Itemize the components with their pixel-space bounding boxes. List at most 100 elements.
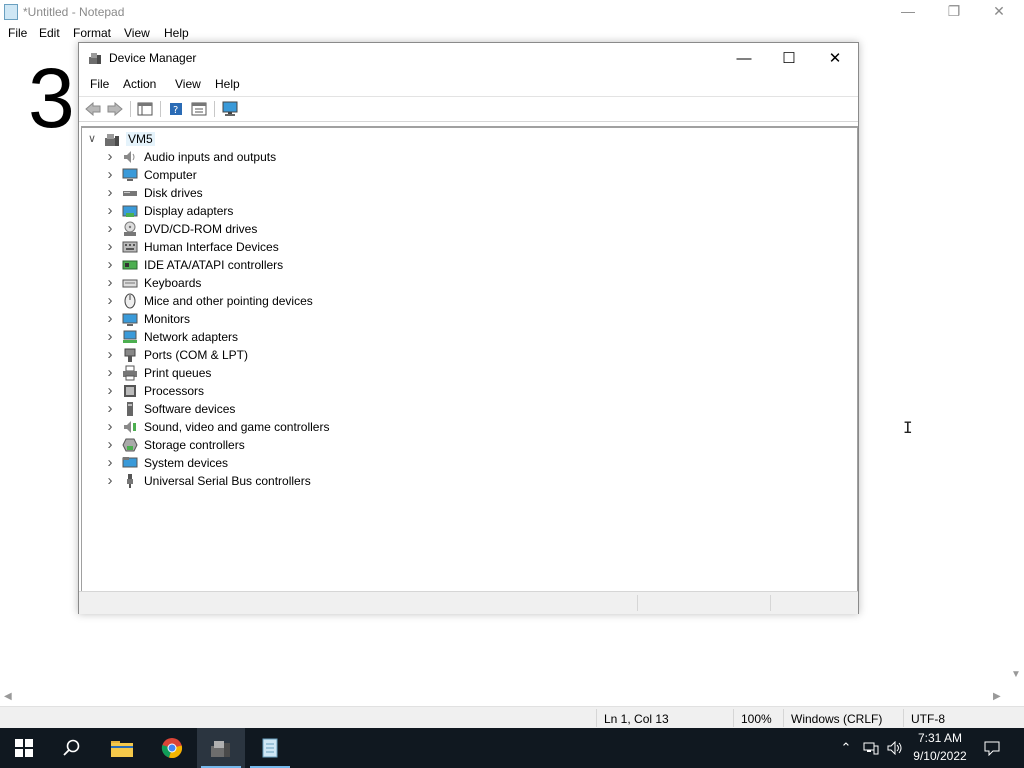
device-manager-titlebar[interactable]: Device Manager — ☐ ✕ — [79, 43, 858, 74]
tree-category-label: Human Interface Devices — [144, 240, 279, 254]
device-tree[interactable]: ∨ VM5 › Audio inputs and outputs › Computer… — [81, 126, 858, 592]
status-cursor-position: Ln 1, Col 13 — [604, 712, 669, 726]
back-icon[interactable] — [84, 100, 102, 118]
properties-icon[interactable] — [190, 100, 208, 118]
search-icon[interactable] — [48, 728, 96, 768]
notepad-menu-help[interactable]: Help — [164, 26, 189, 40]
dm-minimize-button[interactable]: — — [721, 43, 767, 74]
tree-category-label: Disk drives — [144, 186, 203, 200]
chevron-right-icon[interactable]: › — [104, 401, 116, 416]
chevron-right-icon[interactable]: › — [104, 293, 116, 308]
chevron-right-icon[interactable]: › — [104, 185, 116, 200]
notepad-horizontal-scrollbar[interactable]: ◀ ▶ — [0, 689, 1007, 706]
notepad-minimize-button[interactable]: — — [885, 0, 931, 23]
system-device-icon — [122, 457, 138, 468]
speaker-icon — [124, 151, 135, 163]
clock-time[interactable]: 7:31 AM — [912, 731, 968, 745]
svg-text:?: ? — [173, 105, 178, 116]
forward-icon[interactable] — [106, 100, 124, 118]
chevron-right-icon[interactable]: › — [104, 365, 116, 380]
show-hide-console-tree-icon[interactable] — [136, 100, 154, 118]
chevron-right-icon[interactable]: › — [104, 167, 116, 182]
status-separator — [770, 595, 771, 611]
taskbar: ⌃ 7:31 AM 9/10/2022 — [0, 728, 1024, 768]
notepad-vertical-scrollbar[interactable]: ▼ — [1007, 42, 1024, 689]
chrome-icon[interactable] — [148, 728, 196, 768]
scroll-left-icon[interactable]: ◀ — [4, 691, 12, 702]
dm-menu-view[interactable]: View — [175, 77, 201, 91]
hid-icon — [122, 241, 138, 253]
usb-icon — [127, 474, 133, 488]
tree-category-label: Software devices — [144, 402, 236, 416]
device-manager-window: Device Manager — ☐ ✕ File Action View He… — [78, 42, 859, 614]
notepad-text-area[interactable]: 3 — [28, 48, 75, 148]
device-manager-icon[interactable] — [197, 728, 245, 768]
chevron-right-icon[interactable]: › — [104, 329, 116, 344]
monitor-icon[interactable] — [221, 100, 239, 118]
start-icon[interactable] — [0, 728, 48, 768]
chevron-right-icon[interactable]: › — [104, 455, 116, 470]
tree-category-label: Computer — [144, 168, 197, 182]
tree-category-label: IDE ATA/ATAPI controllers — [144, 258, 284, 272]
tree-category-label: Print queues — [144, 366, 212, 380]
notepad-menu-view[interactable]: View — [124, 26, 150, 40]
chevron-right-icon[interactable]: › — [104, 257, 116, 272]
chevron-up-icon[interactable]: ⌃ — [836, 728, 856, 768]
notification-icon[interactable] — [980, 728, 1004, 768]
storage-controller-icon — [122, 438, 138, 452]
chevron-right-icon[interactable]: › — [104, 473, 116, 488]
notepad-menu-edit[interactable]: Edit — [39, 26, 60, 40]
chevron-right-icon[interactable]: › — [104, 347, 116, 362]
chevron-right-icon[interactable]: › — [104, 221, 116, 236]
tree-category-label: Processors — [144, 384, 205, 398]
toolbar-separator — [160, 101, 161, 117]
chevron-right-icon[interactable]: › — [104, 239, 116, 254]
dm-close-button[interactable]: ✕ — [812, 43, 858, 74]
notepad-menu-format[interactable]: Format — [73, 26, 111, 40]
ide-controller-icon — [122, 260, 138, 270]
scroll-down-icon[interactable]: ▼ — [1011, 669, 1021, 680]
chevron-right-icon[interactable]: › — [104, 275, 116, 290]
mouse-icon — [124, 293, 136, 309]
chevron-right-icon[interactable]: › — [104, 149, 116, 164]
dm-menu-file[interactable]: File — [90, 77, 109, 91]
notepad-icon[interactable] — [246, 728, 294, 768]
notepad-title: *Untitled - Notepad — [23, 5, 125, 19]
network-icon[interactable] — [860, 728, 882, 768]
status-separator — [733, 709, 734, 727]
status-line-ending: Windows (CRLF) — [791, 712, 883, 726]
clock-date[interactable]: 9/10/2022 — [910, 749, 970, 763]
chevron-right-icon[interactable]: › — [104, 437, 116, 452]
computer-icon — [122, 168, 138, 181]
chevron-right-icon[interactable]: › — [104, 419, 116, 434]
dm-menu-action[interactable]: Action — [123, 77, 156, 91]
status-separator — [637, 595, 638, 611]
dm-menu-help[interactable]: Help — [215, 77, 240, 91]
tree-category-label: Network adapters — [144, 330, 239, 344]
keyboard-icon — [122, 279, 138, 288]
help-icon[interactable]: ? — [167, 100, 185, 118]
tree-category-label: Sound, video and game controllers — [144, 420, 330, 434]
chevron-right-icon[interactable]: › — [104, 383, 116, 398]
notepad-maximize-button[interactable]: ❐ — [931, 0, 977, 23]
scroll-right-icon[interactable]: ▶ — [993, 691, 1001, 702]
status-encoding: UTF-8 — [911, 712, 945, 726]
chevron-right-icon[interactable]: › — [104, 203, 116, 218]
chevron-down-icon[interactable]: ∨ — [86, 132, 98, 146]
tree-category-label: System devices — [144, 456, 229, 470]
sound-controller-icon — [124, 421, 136, 433]
status-separator — [596, 709, 597, 727]
status-separator — [783, 709, 784, 727]
file-explorer-icon[interactable] — [98, 728, 146, 768]
display-adapter-icon — [122, 205, 138, 217]
notepad-statusbar: Ln 1, Col 13 100% Windows (CRLF) UTF-8 — [0, 706, 1024, 729]
tree-category-label: Display adapters — [144, 204, 234, 218]
tree-category-label: DVD/CD-ROM drives — [144, 222, 258, 236]
processor-icon — [124, 385, 136, 397]
dm-maximize-button[interactable]: ☐ — [766, 43, 812, 74]
chevron-right-icon[interactable]: › — [104, 311, 116, 326]
notepad-menu-file[interactable]: File — [8, 26, 27, 40]
volume-icon[interactable] — [884, 728, 906, 768]
notepad-close-button[interactable]: ✕ — [976, 0, 1022, 23]
device-manager-statusbar — [79, 591, 858, 614]
